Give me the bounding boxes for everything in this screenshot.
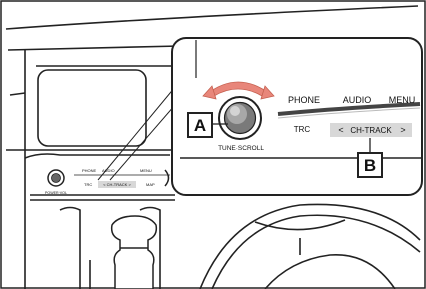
small-volume-knob-cap bbox=[51, 173, 61, 183]
small-map-label: MAP bbox=[146, 182, 155, 187]
callout-a-label: A bbox=[194, 116, 206, 135]
callout-b: B bbox=[357, 152, 383, 178]
vehicle-audio-diagram: POWER·VOL PHONE AUDIO MENU TRC < CH-TRAC… bbox=[0, 0, 426, 289]
gear-shifter bbox=[110, 215, 158, 289]
small-trc-label: TRC bbox=[84, 182, 92, 187]
phone-button[interactable]: PHONE bbox=[288, 95, 320, 105]
tune-scroll-knob[interactable] bbox=[218, 96, 262, 140]
small-menu-label: MENU bbox=[140, 168, 152, 173]
ch-track-label: CH-TRACK bbox=[350, 126, 392, 135]
ch-track-right-icon: > bbox=[400, 125, 405, 135]
trc-button[interactable]: TRC bbox=[294, 125, 311, 134]
menu-button[interactable]: MENU bbox=[389, 95, 416, 105]
small-knob-label: POWER·VOL bbox=[45, 191, 67, 195]
audio-button[interactable]: AUDIO bbox=[343, 95, 372, 105]
ch-track-left-icon: < bbox=[338, 125, 343, 135]
tune-scroll-label: TUNE·SCROLL bbox=[218, 145, 264, 152]
diagram-canvas: POWER·VOL PHONE AUDIO MENU TRC < CH-TRAC… bbox=[0, 0, 426, 289]
small-ch-track-label: < CH-TRACK > bbox=[103, 182, 131, 187]
callout-b-label: B bbox=[364, 156, 376, 175]
small-phone-label: PHONE bbox=[82, 168, 97, 173]
